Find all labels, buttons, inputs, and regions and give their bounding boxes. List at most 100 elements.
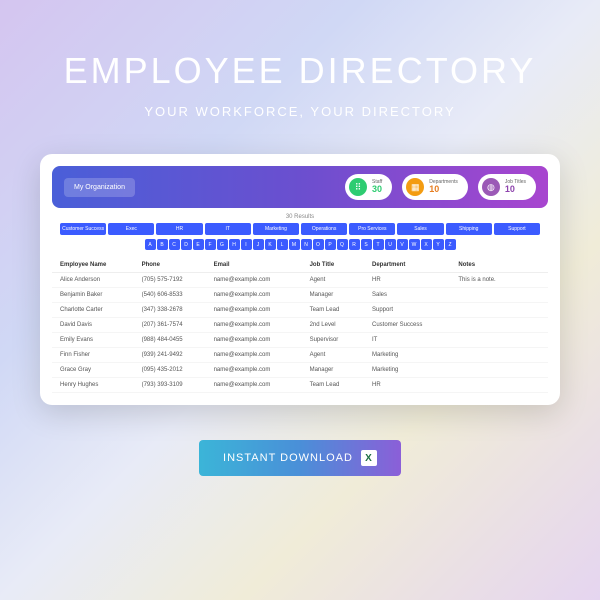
dept-filter[interactable]: Pro Services	[349, 223, 395, 235]
dept-filter[interactable]: Shipping	[446, 223, 492, 235]
alpha-filter[interactable]: Y	[433, 239, 444, 250]
alpha-filter[interactable]: A	[145, 239, 156, 250]
cell-name: Henry Hughes	[60, 382, 142, 388]
alpha-filter[interactable]: J	[253, 239, 264, 250]
cell-title: Agent	[310, 352, 372, 358]
app-window: My Organization ⠿ Staff 30 ▦ Departments…	[40, 154, 560, 405]
table-row[interactable]: Finn Fisher(939) 241-9492name@example.co…	[52, 348, 548, 363]
stat-value: 10	[505, 185, 526, 194]
stat-departments[interactable]: ▦ Departments 10	[402, 174, 468, 200]
alpha-filter[interactable]: X	[421, 239, 432, 250]
cell-email: name@example.com	[214, 292, 310, 298]
cell-dept: IT	[372, 337, 458, 343]
cell-title: Manager	[310, 367, 372, 373]
alpha-filter[interactable]: H	[229, 239, 240, 250]
cell-phone: (207) 361-7574	[142, 322, 214, 328]
cell-title: Manager	[310, 292, 372, 298]
table-row[interactable]: Grace Gray(095) 435-2012name@example.com…	[52, 363, 548, 378]
cell-dept: HR	[372, 277, 458, 283]
table-row[interactable]: Henry Hughes(793) 393-3109name@example.c…	[52, 378, 548, 393]
alphabet-filter-row: ABCDEFGHIJKLMNOPQRSTUVWXYZ	[52, 239, 548, 258]
table-row[interactable]: Alice Anderson(705) 575-7192name@example…	[52, 273, 548, 288]
topbar: My Organization ⠿ Staff 30 ▦ Departments…	[52, 166, 548, 208]
cell-email: name@example.com	[214, 352, 310, 358]
briefcase-icon: ◍	[482, 178, 500, 196]
alpha-filter[interactable]: Z	[445, 239, 456, 250]
alpha-filter[interactable]: M	[289, 239, 300, 250]
cell-email: name@example.com	[214, 277, 310, 283]
download-label: INSTANT DOWNLOAD	[223, 452, 353, 464]
dept-filter[interactable]: Support	[494, 223, 540, 235]
stat-value: 30	[372, 185, 382, 194]
alpha-filter[interactable]: G	[217, 239, 228, 250]
cell-name: Grace Gray	[60, 367, 142, 373]
cell-email: name@example.com	[214, 367, 310, 373]
alpha-filter[interactable]: C	[169, 239, 180, 250]
page-subtitle: YOUR WORKFORCE, YOUR DIRECTORY	[144, 104, 455, 119]
alpha-filter[interactable]: U	[385, 239, 396, 250]
col-dept[interactable]: Department	[372, 262, 458, 268]
cell-notes: This is a note.	[458, 277, 540, 283]
col-title[interactable]: Job Title	[310, 262, 372, 268]
department-filter-row: Customer SuccessExecHRITMarketingOperati…	[52, 223, 548, 235]
col-phone[interactable]: Phone	[142, 262, 214, 268]
cell-phone: (095) 435-2012	[142, 367, 214, 373]
alpha-filter[interactable]: L	[277, 239, 288, 250]
alpha-filter[interactable]: Q	[337, 239, 348, 250]
alpha-filter[interactable]: O	[313, 239, 324, 250]
alpha-filter[interactable]: V	[397, 239, 408, 250]
cell-dept: Support	[372, 307, 458, 313]
cell-notes	[458, 337, 540, 343]
alpha-filter[interactable]: P	[325, 239, 336, 250]
col-name[interactable]: Employee Name	[60, 262, 142, 268]
alpha-filter[interactable]: K	[265, 239, 276, 250]
cell-email: name@example.com	[214, 337, 310, 343]
alpha-filter[interactable]: T	[373, 239, 384, 250]
dept-filter[interactable]: Operations	[301, 223, 347, 235]
cell-notes	[458, 292, 540, 298]
alpha-filter[interactable]: F	[205, 239, 216, 250]
cell-phone: (347) 338-2678	[142, 307, 214, 313]
download-button[interactable]: INSTANT DOWNLOAD X	[199, 440, 401, 476]
alpha-filter[interactable]: D	[181, 239, 192, 250]
dept-filter[interactable]: Sales	[397, 223, 443, 235]
org-button[interactable]: My Organization	[64, 178, 135, 197]
table-row[interactable]: Charlotte Carter(347) 338-2678name@examp…	[52, 303, 548, 318]
cell-name: Alice Anderson	[60, 277, 142, 283]
alpha-filter[interactable]: E	[193, 239, 204, 250]
alpha-filter[interactable]: I	[241, 239, 252, 250]
cell-email: name@example.com	[214, 382, 310, 388]
stat-jobtitles[interactable]: ◍ Job Titles 10	[478, 174, 536, 200]
cell-name: Charlotte Carter	[60, 307, 142, 313]
table-row[interactable]: Benjamin Baker(540) 606-8533name@example…	[52, 288, 548, 303]
cell-title: Supervisor	[310, 337, 372, 343]
building-icon: ▦	[406, 178, 424, 196]
alpha-filter[interactable]: S	[361, 239, 372, 250]
cell-notes	[458, 352, 540, 358]
col-email[interactable]: Email	[214, 262, 310, 268]
alpha-filter[interactable]: R	[349, 239, 360, 250]
table-row[interactable]: Emily Evans(988) 484-0455name@example.co…	[52, 333, 548, 348]
cell-phone: (540) 606-8533	[142, 292, 214, 298]
cell-title: Team Lead	[310, 307, 372, 313]
cell-phone: (939) 241-9492	[142, 352, 214, 358]
table-row[interactable]: David Davis(207) 361-7574name@example.co…	[52, 318, 548, 333]
dept-filter[interactable]: Customer Success	[60, 223, 106, 235]
dept-filter[interactable]: Exec	[108, 223, 154, 235]
dept-filter[interactable]: IT	[205, 223, 251, 235]
people-icon: ⠿	[349, 178, 367, 196]
alpha-filter[interactable]: W	[409, 239, 420, 250]
cell-dept: Marketing	[372, 367, 458, 373]
cell-notes	[458, 367, 540, 373]
dept-filter[interactable]: Marketing	[253, 223, 299, 235]
stat-staff[interactable]: ⠿ Staff 30	[345, 174, 392, 200]
cell-notes	[458, 307, 540, 313]
cell-notes	[458, 322, 540, 328]
cell-name: Emily Evans	[60, 337, 142, 343]
cell-title: 2nd Level	[310, 322, 372, 328]
cell-dept: Customer Success	[372, 322, 458, 328]
dept-filter[interactable]: HR	[156, 223, 202, 235]
alpha-filter[interactable]: N	[301, 239, 312, 250]
col-notes[interactable]: Notes	[458, 262, 540, 268]
alpha-filter[interactable]: B	[157, 239, 168, 250]
